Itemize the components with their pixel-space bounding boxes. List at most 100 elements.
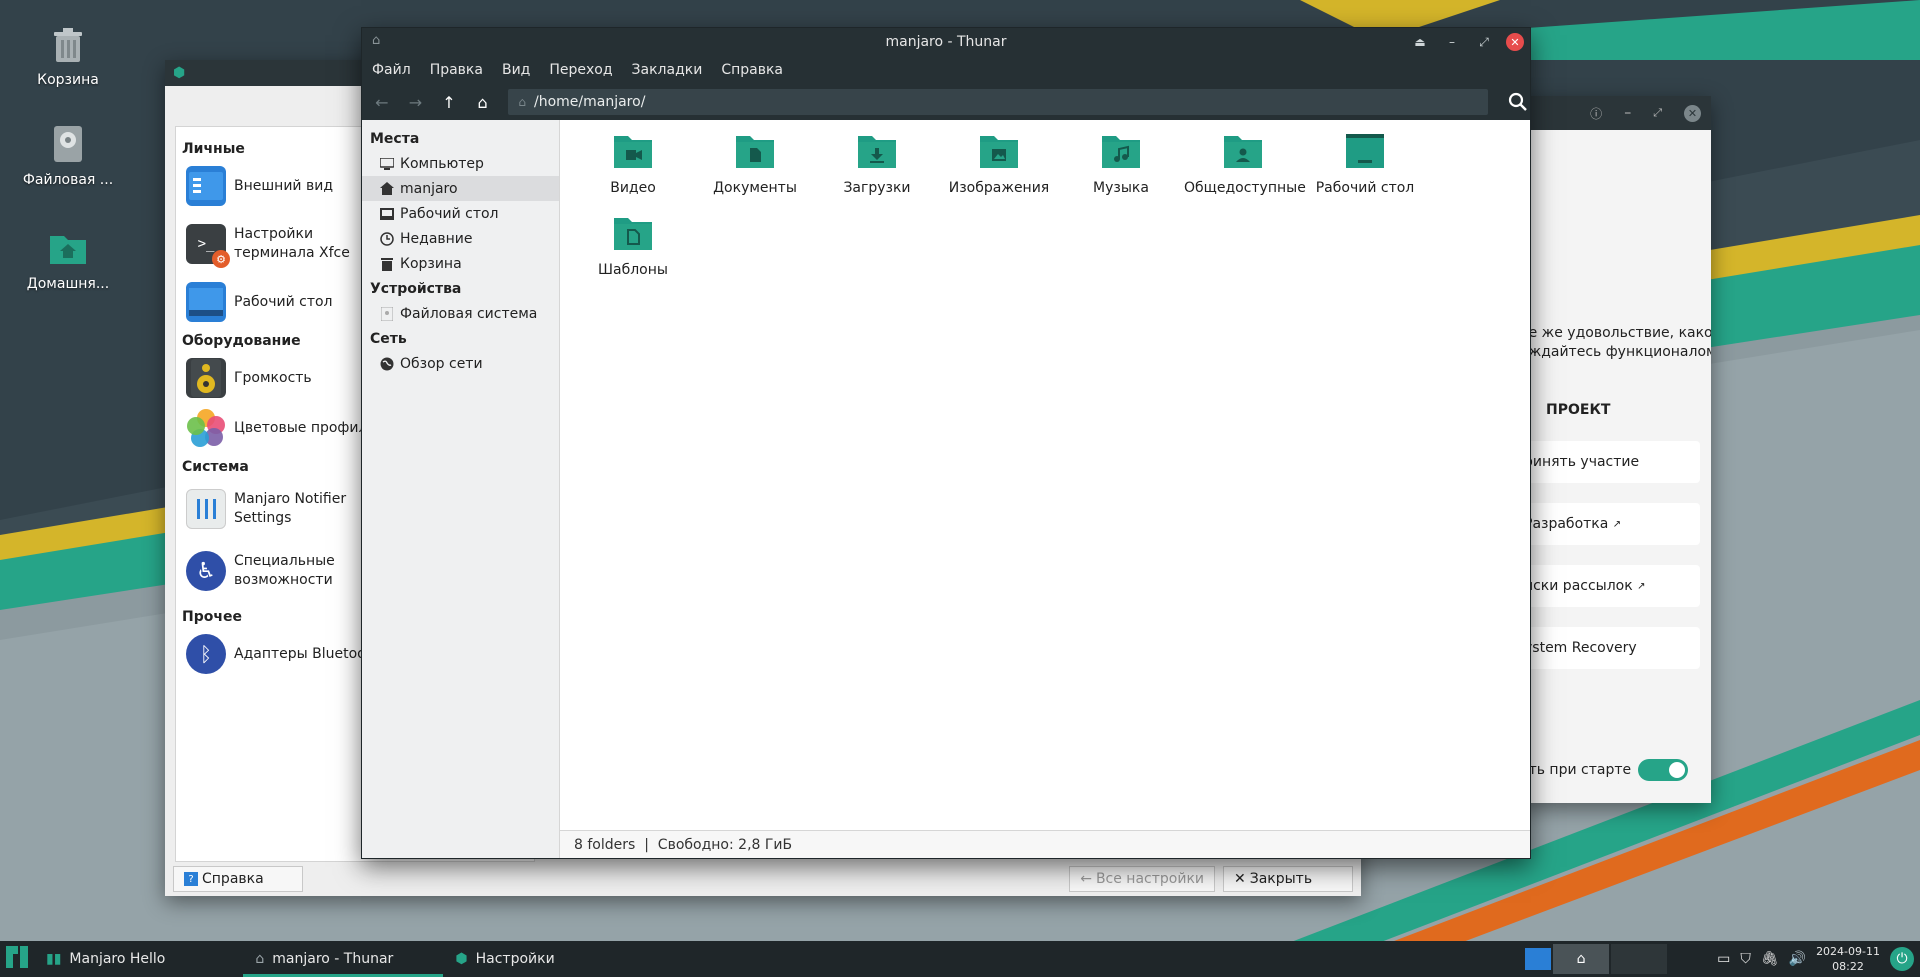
maximize-icon[interactable]: ⤢ — [1474, 32, 1494, 52]
hello-welcome-text: ое же удовольствие, какое аждайтесь функ… — [1520, 324, 1711, 362]
menu-help[interactable]: Справка — [721, 62, 783, 78]
desktop-icon-home[interactable]: Домашня... — [8, 226, 128, 292]
close-icon[interactable]: ✕ — [1684, 104, 1701, 122]
attachment-icon[interactable]: 🖇 — [1761, 951, 1779, 967]
volume-icon[interactable]: 🔊 — [1789, 951, 1806, 967]
up-icon[interactable]: ↑ — [437, 89, 461, 115]
settings-item-label: возможности — [234, 572, 333, 588]
appearance-icon — [186, 166, 226, 206]
sidebar-item-desktop[interactable]: Рабочий стол — [362, 201, 559, 226]
folder-label: Документы — [713, 180, 797, 196]
color-profiles-icon — [186, 408, 226, 448]
shade-icon[interactable]: ⏏ — [1410, 32, 1430, 52]
minimize-icon[interactable]: – — [1624, 105, 1631, 121]
folder-item-video[interactable]: Видео — [574, 130, 692, 196]
shield-icon[interactable]: ⛉ — [1740, 951, 1751, 967]
back-icon[interactable]: ← — [370, 89, 394, 115]
trash-icon — [380, 257, 394, 271]
help-button[interactable]: ? Справка — [173, 866, 303, 892]
taskbar: ▮▮ Manjaro Hello ⌂ manjaro - Thunar ⬢ На… — [0, 941, 1920, 977]
manjaro-hello-window: ⓘ – ⤢ ✕ ое же удовольствие, какое аждайт… — [1520, 96, 1711, 803]
pictures-folder-icon — [978, 130, 1020, 172]
settings-item-label: Manjaro Notifier — [234, 491, 347, 507]
sidebar-item-trash[interactable]: Корзина — [362, 251, 559, 276]
taskbar-item-manjaro-hello[interactable]: ▮▮ Manjaro Hello — [34, 941, 177, 977]
desktop-icon-label: Домашня... — [26, 276, 110, 292]
search-icon[interactable] — [1506, 89, 1530, 115]
hello-icon: ▮▮ — [46, 951, 62, 967]
sidebar-item-manjaro[interactable]: manjaro — [362, 176, 559, 201]
trash-icon — [46, 22, 90, 66]
launch-at-startup-toggle[interactable] — [1638, 759, 1688, 781]
external-link-icon: ↗ — [1612, 518, 1622, 530]
clock-icon — [380, 231, 394, 246]
drive-icon — [380, 306, 394, 321]
taskbar-item-settings[interactable]: ⬢ Настройки — [443, 941, 566, 977]
power-icon[interactable]: ⏻ — [1890, 947, 1914, 971]
terminal-settings-icon: >_ ⚙ — [186, 224, 230, 268]
notifier-icon — [186, 489, 226, 529]
clock[interactable]: 2024-09-11 08:22 — [1816, 944, 1880, 974]
menu-edit[interactable]: Правка — [430, 62, 483, 78]
menu-go[interactable]: Переход — [549, 62, 612, 78]
devices-heading: Устройства — [370, 281, 462, 297]
menu-view[interactable]: Вид — [502, 62, 530, 78]
all-settings-button[interactable]: ← Все настройки — [1069, 866, 1215, 892]
toolbar: ← → ↑ ⌂ ⌂ /home/manjaro/ — [362, 84, 1530, 120]
menu-bar: Файл Правка Вид Переход Закладки Справка — [362, 56, 1530, 84]
system-recovery-button[interactable]: ystem Recovery — [1520, 627, 1700, 669]
desktop-folder-icon — [1344, 130, 1386, 172]
settings-footer: ? Справка ← Все настройки ✕ Закрыть — [165, 862, 1361, 896]
workspace-switcher[interactable]: ⌂ — [1525, 944, 1668, 974]
menu-file[interactable]: Файл — [372, 62, 411, 78]
sidebar-item-recent[interactable]: Недавние — [362, 226, 559, 251]
forward-icon[interactable]: → — [404, 89, 428, 115]
development-button[interactable]: Разработка ↗ — [1520, 503, 1700, 545]
home-icon: ⌂ — [255, 951, 265, 967]
workspace-3[interactable] — [1611, 944, 1668, 974]
mailing-lists-button[interactable]: иски рассылок ↗ — [1520, 565, 1700, 607]
desktop-icon-trash[interactable]: Корзина — [8, 22, 128, 88]
folder-item-music[interactable]: Музыка — [1062, 130, 1180, 196]
folder-item-public[interactable]: Общедоступные — [1184, 130, 1306, 196]
settings-item-label: Громкость — [234, 369, 312, 386]
folder-item-documents[interactable]: Документы — [696, 130, 814, 196]
taskbar-item-thunar[interactable]: ⌂ manjaro - Thunar — [243, 941, 444, 977]
desktop-icon-filesystem[interactable]: Файловая ... — [8, 122, 128, 188]
minimize-icon[interactable]: – — [1442, 32, 1462, 52]
menu-bookmarks[interactable]: Закладки — [632, 62, 703, 78]
workspace-2[interactable]: ⌂ — [1553, 944, 1610, 974]
sidebar-item-network[interactable]: Обзор сети — [362, 351, 559, 376]
close-icon[interactable]: ✕ — [1506, 33, 1524, 51]
hello-text-line: ое же удовольствие, какое — [1520, 325, 1711, 341]
location-bar[interactable]: ⌂ /home/manjaro/ — [508, 89, 1489, 115]
close-button[interactable]: ✕ Закрыть — [1223, 866, 1353, 892]
location-path: /home/manjaro/ — [534, 94, 646, 110]
sidebar-label: Рабочий стол — [400, 205, 499, 222]
home-icon — [380, 182, 394, 196]
arrow-left-icon: ← — [1080, 871, 1092, 887]
folder-item-templates[interactable]: Шаблоны — [574, 212, 692, 278]
settings-item-label: Цветовые профили — [234, 419, 377, 436]
thunar-body: Места Компьютер manjaro Рабочий стол Нед… — [362, 120, 1530, 858]
home-icon[interactable]: ⌂ — [471, 89, 495, 115]
workspace-1[interactable] — [1525, 948, 1552, 970]
app-menu-button[interactable] — [0, 941, 34, 977]
folder-item-pictures[interactable]: Изображения — [940, 130, 1058, 196]
folder-item-downloads[interactable]: Загрузки — [818, 130, 936, 196]
public-folder-icon — [1222, 130, 1264, 172]
project-heading: ПРОЕКТ — [1546, 402, 1611, 418]
folder-item-desktop[interactable]: Рабочий стол — [1306, 130, 1424, 196]
clipboard-icon[interactable]: ▭ — [1717, 951, 1730, 967]
settings-item-label: Адаптеры Bluetooth — [234, 645, 381, 662]
sidebar-item-filesystem[interactable]: Файловая система — [362, 301, 559, 326]
downloads-folder-icon — [856, 130, 898, 172]
participate-button[interactable]: ринять участие — [1520, 441, 1700, 483]
documents-folder-icon — [734, 130, 776, 172]
maximize-icon[interactable]: ⤢ — [1653, 106, 1662, 120]
folder-label: Музыка — [1093, 180, 1149, 196]
external-link-icon: ↗ — [1637, 580, 1646, 592]
sidebar-item-computer[interactable]: Компьютер — [362, 151, 559, 176]
globe-icon — [380, 357, 394, 371]
info-icon[interactable]: ⓘ — [1590, 105, 1602, 122]
